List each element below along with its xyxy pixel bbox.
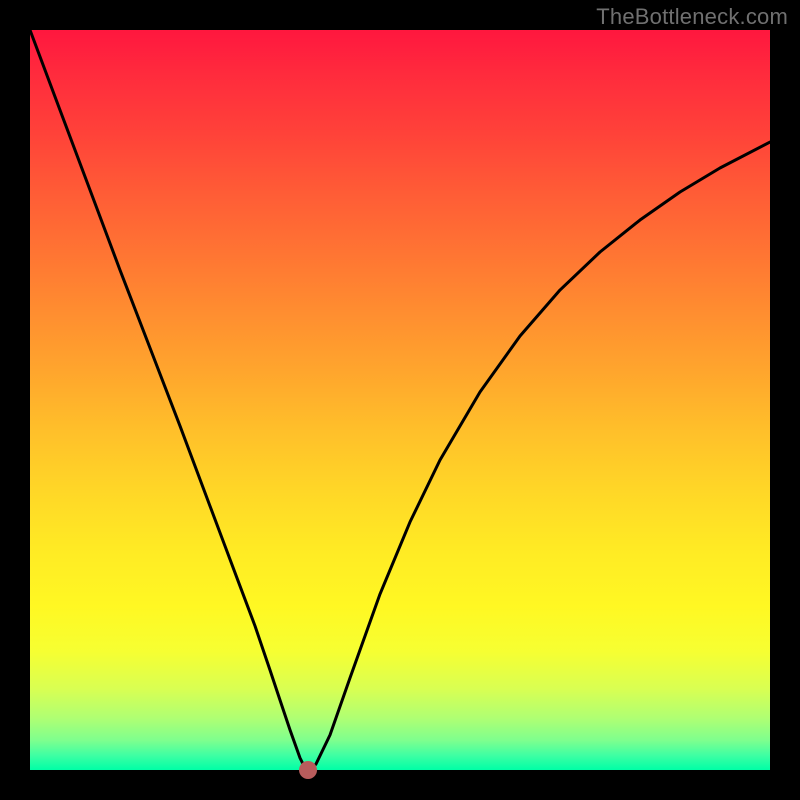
plot-area	[30, 30, 770, 770]
bottleneck-curve	[30, 30, 770, 770]
optimal-point-marker	[299, 761, 317, 779]
curve-svg	[30, 30, 770, 770]
watermark-text: TheBottleneck.com	[596, 4, 788, 30]
chart-container: TheBottleneck.com	[0, 0, 800, 800]
